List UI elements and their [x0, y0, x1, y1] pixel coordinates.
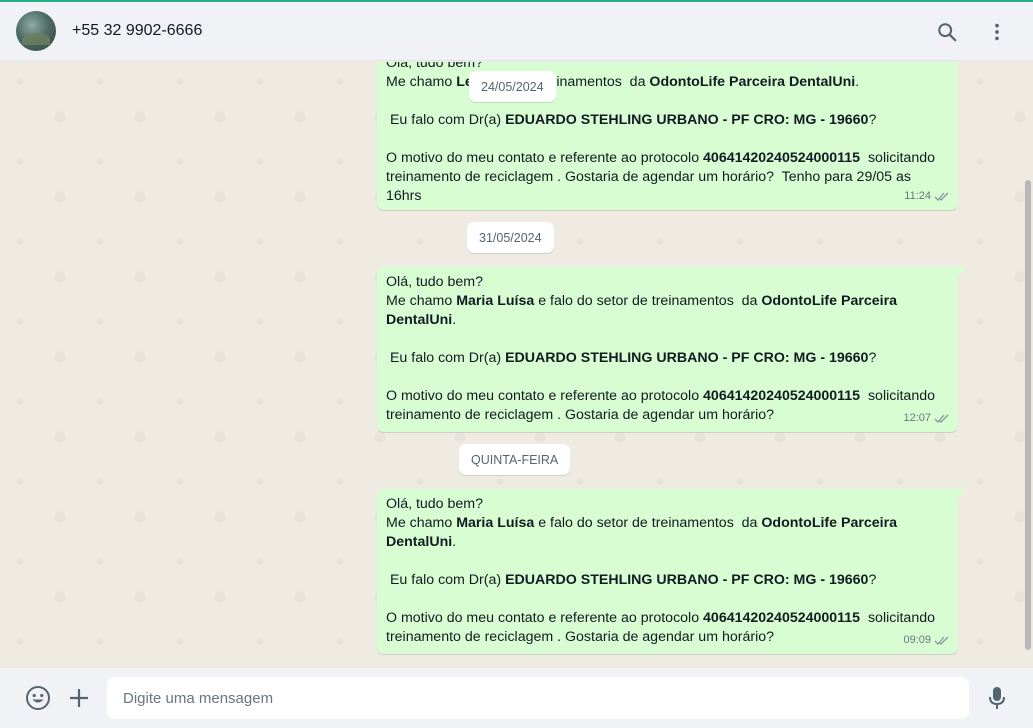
message-line: Olá, tudo bem?: [386, 274, 484, 290]
message-line: Olá, tudo bem?: [386, 496, 484, 512]
emoji-icon: [26, 686, 50, 710]
message-meta: 09:09: [903, 631, 950, 650]
chat-header: +55 32 9902-6666: [0, 2, 1033, 61]
chat-scrollbar[interactable]: [1025, 180, 1031, 650]
message-meta: 12:07: [903, 409, 950, 428]
chat-panel[interactable]: Olá, tudo bem? Me chamo Leo setor de tre…: [0, 62, 1033, 668]
message-bubble[interactable]: Olá, tudo bem? Me chamo Leo setor de tre…: [377, 62, 958, 210]
message-line: O motivo do meu contato e referente ao p…: [386, 150, 939, 204]
message-line: Eu falo com Dr(a) EDUARDO STEHLING URBAN…: [386, 350, 877, 366]
attach-plus-icon: [70, 689, 88, 707]
date-chip: QUINTA-FEIRA: [459, 444, 571, 475]
message-meta: 11:24: [904, 187, 950, 206]
menu-button[interactable]: [981, 16, 1013, 48]
message-line: Olá, tudo bem?: [386, 62, 484, 71]
message-input[interactable]: [107, 677, 969, 719]
search-button[interactable]: [931, 16, 963, 48]
message-bubble[interactable]: Olá, tudo bem? Me chamo Maria Luísa e fa…: [377, 267, 966, 432]
contact-avatar[interactable]: [16, 11, 56, 51]
message-line: O motivo do meu contato e referente ao p…: [386, 388, 939, 423]
message-composer: [0, 668, 1033, 728]
contact-name[interactable]: +55 32 9902-6666: [72, 22, 202, 40]
search-icon: [938, 23, 957, 42]
message-time: 11:24: [904, 190, 931, 202]
double-check-icon: [934, 636, 949, 645]
date-chip: 31/05/2024: [467, 222, 554, 253]
message-time: 12:07: [903, 412, 931, 424]
message-line: Me chamo Maria Luísa e falo do setor de …: [386, 293, 901, 328]
message-line: Eu falo com Dr(a) EDUARDO STEHLING URBAN…: [386, 112, 877, 128]
microphone-icon: [989, 687, 1005, 709]
menu-icon: [995, 23, 999, 41]
message-line: Eu falo com Dr(a) EDUARDO STEHLING URBAN…: [386, 572, 877, 588]
message-bubble[interactable]: Olá, tudo bem? Me chamo Maria Luísa e fa…: [377, 489, 966, 654]
message-line: O motivo do meu contato e referente ao p…: [386, 610, 939, 645]
double-check-icon: [934, 414, 949, 423]
emoji-button[interactable]: [23, 683, 53, 713]
voice-message-button[interactable]: [982, 683, 1012, 713]
message-line: Me chamo Maria Luísa e falo do setor de …: [386, 515, 901, 550]
attach-button[interactable]: [64, 683, 94, 713]
message-time: 09:09: [903, 634, 931, 646]
double-check-icon: [934, 192, 949, 201]
date-chip: 24/05/2024: [469, 71, 556, 102]
